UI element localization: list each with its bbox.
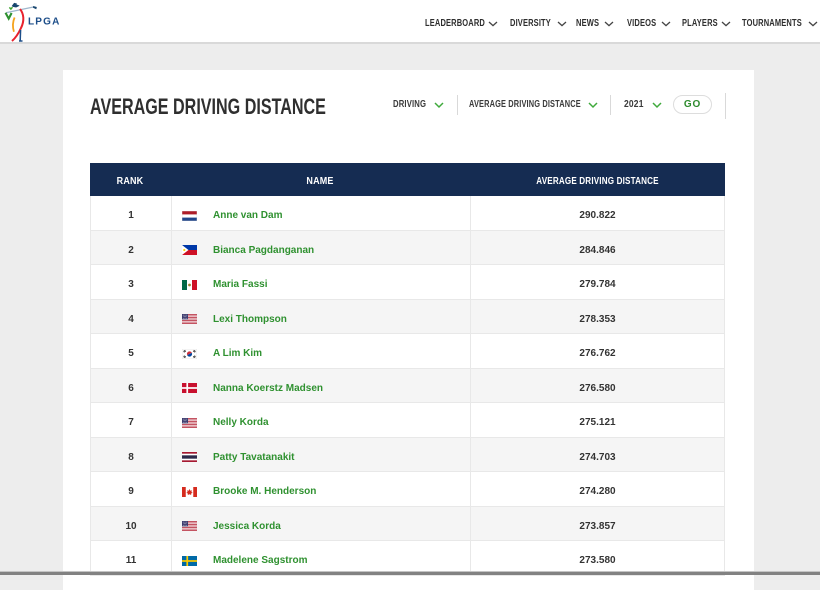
svg-text:LPGA: LPGA [28, 17, 61, 28]
